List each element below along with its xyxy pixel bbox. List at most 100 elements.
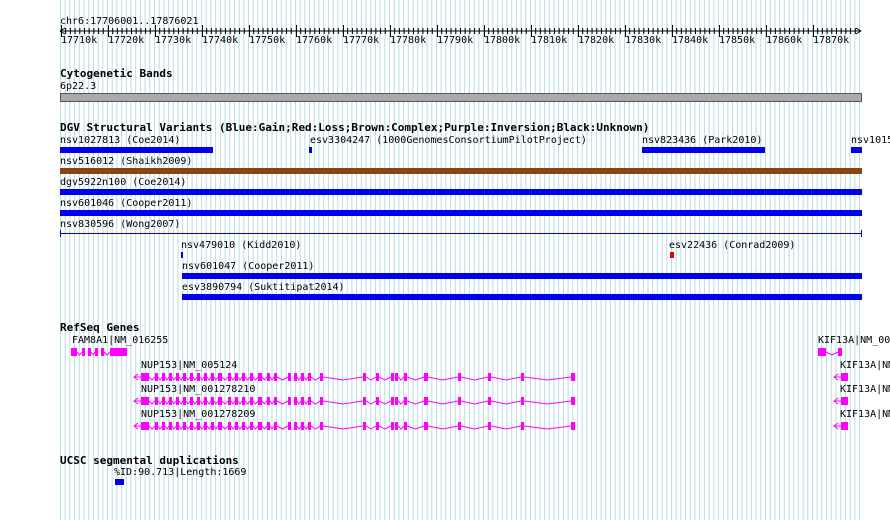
- exon: [294, 397, 297, 405]
- intron: [192, 376, 198, 381]
- exon: [258, 397, 262, 405]
- exon: [288, 422, 291, 430]
- gene-model[interactable]: [833, 373, 848, 381]
- intron: [148, 400, 156, 405]
- intron: [164, 376, 170, 381]
- exon: [308, 422, 311, 430]
- intron: [237, 425, 243, 430]
- exon: [424, 373, 428, 381]
- exon: [320, 422, 323, 430]
- segdup-feature[interactable]: [115, 479, 124, 485]
- refseq-gene-models[interactable]: [0, 0, 890, 520]
- intron: [825, 351, 839, 356]
- intron: [397, 425, 405, 430]
- intron: [157, 425, 163, 430]
- exon: [818, 348, 826, 356]
- intron: [103, 351, 111, 356]
- intron: [185, 425, 191, 430]
- exon: [176, 373, 179, 381]
- exon: [211, 373, 214, 381]
- exon: [183, 373, 186, 381]
- gene-model[interactable]: [71, 348, 127, 356]
- exon: [211, 422, 214, 430]
- exon: [458, 422, 461, 430]
- exon: [183, 397, 186, 405]
- intron: [171, 400, 177, 405]
- intron: [296, 376, 302, 381]
- exon: [176, 397, 179, 405]
- intron: [213, 400, 219, 405]
- gene-model[interactable]: [818, 348, 842, 356]
- exon: [363, 397, 366, 405]
- exon: [288, 397, 291, 405]
- exon: [424, 422, 428, 430]
- gene-model[interactable]: [133, 397, 575, 405]
- exon: [571, 397, 575, 405]
- intron: [310, 425, 321, 430]
- intron: [427, 376, 459, 381]
- exon: [521, 373, 524, 381]
- intron: [178, 425, 184, 430]
- intron: [322, 400, 364, 405]
- intron: [206, 376, 212, 381]
- exon: [235, 373, 238, 381]
- exon: [204, 397, 207, 405]
- gene-model[interactable]: [833, 397, 848, 405]
- exon: [141, 397, 149, 405]
- exon: [267, 422, 270, 430]
- intron: [199, 376, 205, 381]
- gene-model[interactable]: [133, 422, 575, 430]
- exon: [301, 397, 304, 405]
- intron: [378, 400, 392, 405]
- exon: [162, 397, 165, 405]
- intron: [213, 376, 219, 381]
- intron: [206, 400, 212, 405]
- exon: [204, 373, 207, 381]
- intron: [397, 376, 405, 381]
- exon: [258, 422, 262, 430]
- gene-model[interactable]: [833, 422, 848, 430]
- intron: [276, 376, 289, 381]
- exon: [218, 422, 222, 430]
- intron: [460, 376, 489, 381]
- intron: [261, 425, 268, 430]
- intron: [221, 376, 229, 381]
- intron: [378, 425, 392, 430]
- exon: [376, 373, 379, 381]
- intron: [192, 400, 198, 405]
- exon: [841, 397, 848, 405]
- exon: [301, 373, 304, 381]
- gene-model[interactable]: [133, 373, 575, 381]
- intron: [185, 376, 191, 381]
- exon: [308, 397, 311, 405]
- segdup-label: %ID:90.713|Length:1669: [114, 467, 247, 478]
- exon: [250, 373, 253, 381]
- exon: [228, 373, 231, 381]
- intron: [90, 351, 96, 356]
- exon: [218, 397, 222, 405]
- intron: [269, 376, 275, 381]
- exon: [391, 397, 394, 405]
- intron: [244, 400, 251, 405]
- intron: [221, 425, 229, 430]
- exon: [197, 373, 200, 381]
- intron: [252, 400, 259, 405]
- exon: [71, 348, 77, 356]
- exon: [141, 422, 149, 430]
- exon: [395, 397, 398, 405]
- exon: [155, 397, 158, 405]
- exon: [841, 373, 848, 381]
- intron: [192, 425, 198, 430]
- exon: [363, 422, 366, 430]
- exon: [176, 422, 179, 430]
- exon: [424, 397, 428, 405]
- exon: [404, 422, 407, 430]
- intron: [237, 376, 243, 381]
- intron: [76, 351, 83, 356]
- exon: [571, 373, 575, 381]
- intron: [296, 400, 302, 405]
- exon: [391, 373, 394, 381]
- intron: [148, 376, 156, 381]
- intron: [523, 376, 572, 381]
- exon: [101, 348, 104, 356]
